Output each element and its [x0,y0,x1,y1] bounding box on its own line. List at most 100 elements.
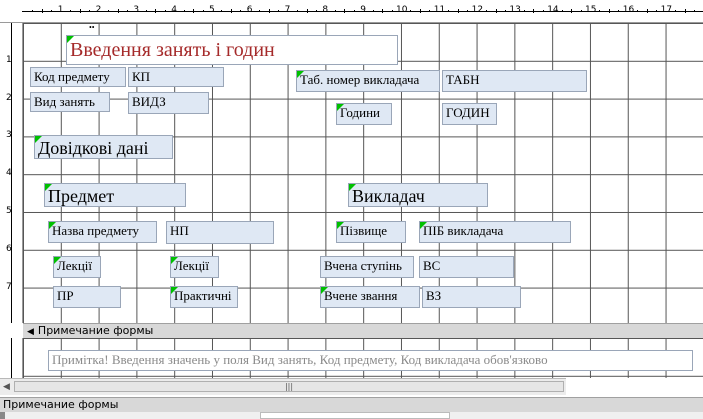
bottom-marker [0,412,5,419]
ruler-line [11,338,12,378]
form-title[interactable]: Введення занять і годин [66,35,398,65]
ruler-tick [259,10,261,12]
ruler-number: 5 [209,5,215,15]
ruler-number: 7 [6,281,12,292]
ruler-tick [523,10,525,12]
grid-marker: •• [89,23,95,32]
degree-label[interactable]: Вчена ступінь [320,256,414,278]
surname-label[interactable]: Пізвище [336,221,406,243]
ruler-number: 2 [95,5,102,15]
ruler-tick [315,10,317,12]
vertical-ruler-detail: 1 2 3 4 5 6 7 [0,23,23,323]
ruler-number: 1 [6,54,12,65]
ruler-tick [637,10,639,12]
ruler-tick [334,10,336,12]
ruler-tick [542,10,544,12]
ruler-tick [183,10,185,12]
ruler-tick [561,10,563,12]
ruler-tick [51,10,53,12]
ruler-tick [495,9,497,13]
ruler-tick [268,9,270,13]
ruler-tick [240,10,242,12]
ruler-number: 10 [396,5,408,15]
subject-section-label[interactable]: Предмет [44,183,186,207]
ruler-tick [646,9,648,13]
teacher-section-label[interactable]: Викладач [348,183,488,207]
ruler-tick [32,10,34,12]
practical-label[interactable]: Практичні [170,286,238,308]
ruler-tick [221,10,223,12]
bottom-section-bar[interactable]: Примечание формы [0,397,703,413]
ruler-tick [164,10,166,12]
ruler-number: 11 [433,5,446,15]
horizontal-ruler: 1 2 3 4 5 6 7 8 9 10 11 12 13 14 15 16 17 [0,0,703,23]
bottom-area [0,412,703,419]
ruler-number: 2 [6,92,12,103]
ruler-tick [486,10,488,12]
ruler-tick [382,9,384,13]
ruler-tick [533,9,535,13]
tabn-field[interactable]: ТАБН [442,70,587,92]
ruler-number: 14 [547,5,559,15]
vs-field[interactable]: ВС [419,256,514,278]
ruler-tick [599,10,601,12]
ruler-tick [467,10,469,12]
ruler-number: 7 [284,5,291,15]
ruler-tick [79,9,81,13]
ruler-number: 3 [133,5,140,15]
ruler-tick [618,10,620,12]
ruler-tick [608,9,610,13]
teacher-number-label[interactable]: Таб. номер викладача [296,70,440,92]
ruler-tick [193,9,195,13]
ruler-tick [344,9,346,13]
ruler-tick [448,10,450,12]
ruler-tick [230,9,232,13]
ruler-number: 4 [6,168,12,179]
ruler-tick [353,10,355,12]
section-arrow-icon: ◀ [27,327,34,337]
ruler-tick [457,9,459,13]
scroll-left-icon[interactable]: ◀ [3,381,10,392]
scrollbar-thumb[interactable]: ||| [14,381,564,392]
lesson-type-label[interactable]: Вид занять [30,92,110,112]
ruler-number: 8 [322,5,329,15]
ruler-number: 15 [585,5,597,15]
ruler-tick [108,10,110,12]
ruler-tick [391,10,393,12]
lectures-label[interactable]: Лекції [53,256,101,278]
pr-field[interactable]: ПР [53,286,121,308]
ruler-number: 4 [171,5,177,15]
ruler-tick [117,9,119,13]
ruler-number: 6 [6,243,12,254]
reference-data-label[interactable]: Довідкові дані [34,135,173,159]
horizontal-scrollbar[interactable]: ◀ ||| [0,378,566,395]
ruler-number: 9 [360,5,366,15]
kp-field[interactable]: КП [128,67,224,87]
ruler-tick [571,9,573,13]
pib-field[interactable]: ПІБ викладача [419,221,571,243]
footer-note[interactable]: Примітка! Введення значень у поля Вид за… [48,350,693,371]
subject-name-label[interactable]: Назва предмету [48,221,157,243]
ruler-number: 13 [509,5,521,15]
lectures-field[interactable]: Лекції [170,256,219,278]
rank-label[interactable]: Вчене звання [320,286,420,308]
vz-field[interactable]: ВЗ [422,286,521,308]
vidz-field[interactable]: ВИДЗ [128,92,209,114]
subject-code-label[interactable]: Код предмету [30,67,126,87]
bottom-field [260,412,450,419]
ruler-tick [145,10,147,12]
ruler-number: 12 [471,5,484,15]
ruler-tick [504,10,506,12]
ruler-tick [41,9,43,13]
footer-section-bar[interactable]: ◀ Примечание формы [23,323,703,339]
ruler-tick [306,9,308,13]
ruler-number: 3 [6,130,12,141]
np-field[interactable]: НП [166,221,274,244]
ruler-tick [278,10,280,12]
ruler-number: 1 [57,5,64,15]
ruler-tick [126,10,128,12]
hours-label[interactable]: Години [336,103,392,125]
ruler-tick [155,9,157,13]
godyn-field[interactable]: ГОДИН [442,103,497,125]
ruler-tick [372,10,374,12]
